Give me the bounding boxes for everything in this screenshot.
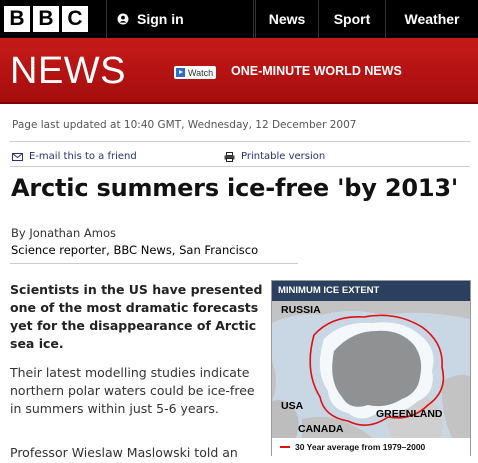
nav-news[interactable]: News: [255, 0, 318, 38]
printable-version-link[interactable]: Printable version: [224, 151, 325, 162]
article-paragraph: Their latest modelling studies indicate …: [10, 365, 255, 416]
print-link-label: Printable version: [241, 151, 326, 162]
divider: [10, 166, 470, 167]
news-banner: NEWS Watch ONE-MINUTE WORLD NEWS: [0, 38, 478, 104]
author-role: Science reporter, BBC News, San Francisc…: [11, 243, 259, 257]
nav-weather[interactable]: Weather: [385, 0, 478, 38]
sign-in-button[interactable]: Sign in: [106, 0, 254, 38]
ice-extent-map[interactable]: MINIMUM ICE EXTENT RUSSIA USA CANADA GRE…: [271, 280, 471, 456]
map-title: MINIMUM ICE EXTENT: [272, 281, 470, 301]
byline: By Jonathan Amos: [11, 226, 116, 240]
printer-icon: [224, 151, 235, 162]
user-icon: [117, 13, 129, 24]
bbc-logo[interactable]: B B C: [4, 6, 88, 32]
nav-sport[interactable]: Sport: [318, 0, 385, 38]
map-legend: 30 Year average from 1979–2000: [272, 438, 470, 456]
divider: [10, 263, 298, 264]
watch-button[interactable]: Watch: [174, 66, 217, 79]
play-icon: [176, 68, 185, 77]
legend-line-icon: [280, 446, 290, 448]
article-lead: Scientists in the US have presented one …: [10, 282, 263, 351]
last-updated: Page last updated at 10:40 GMT, Wednesda…: [12, 119, 357, 131]
email-link[interactable]: E-mail this to a friend: [12, 151, 137, 162]
map-label-greenland: GREENLAND: [376, 408, 443, 420]
map-label-usa: USA: [281, 400, 304, 412]
map-label-russia: RUSSIA: [281, 304, 321, 316]
logo-letter-b2: B: [33, 6, 59, 32]
divider: [10, 141, 470, 142]
map-label-canada: CANADA: [298, 423, 344, 435]
watch-label: Watch: [188, 67, 214, 78]
logo-letter-b1: B: [4, 6, 30, 32]
email-link-label: E-mail this to a friend: [29, 151, 137, 162]
top-bar: B B C Sign in News Sport Weather: [0, 0, 478, 38]
article-paragraph: Professor Wieslaw Maslowski told an: [10, 445, 238, 460]
news-title[interactable]: NEWS: [10, 48, 126, 94]
logo-letter-c: C: [62, 6, 88, 32]
envelope-icon: [12, 152, 23, 161]
article-headline: Arctic summers ice-free 'by 2013': [11, 174, 459, 202]
legend-label: 30 Year average from 1979–2000: [295, 442, 426, 452]
one-minute-world-news-link[interactable]: ONE-MINUTE WORLD NEWS: [231, 64, 402, 78]
sign-in-label: Sign in: [137, 11, 184, 27]
